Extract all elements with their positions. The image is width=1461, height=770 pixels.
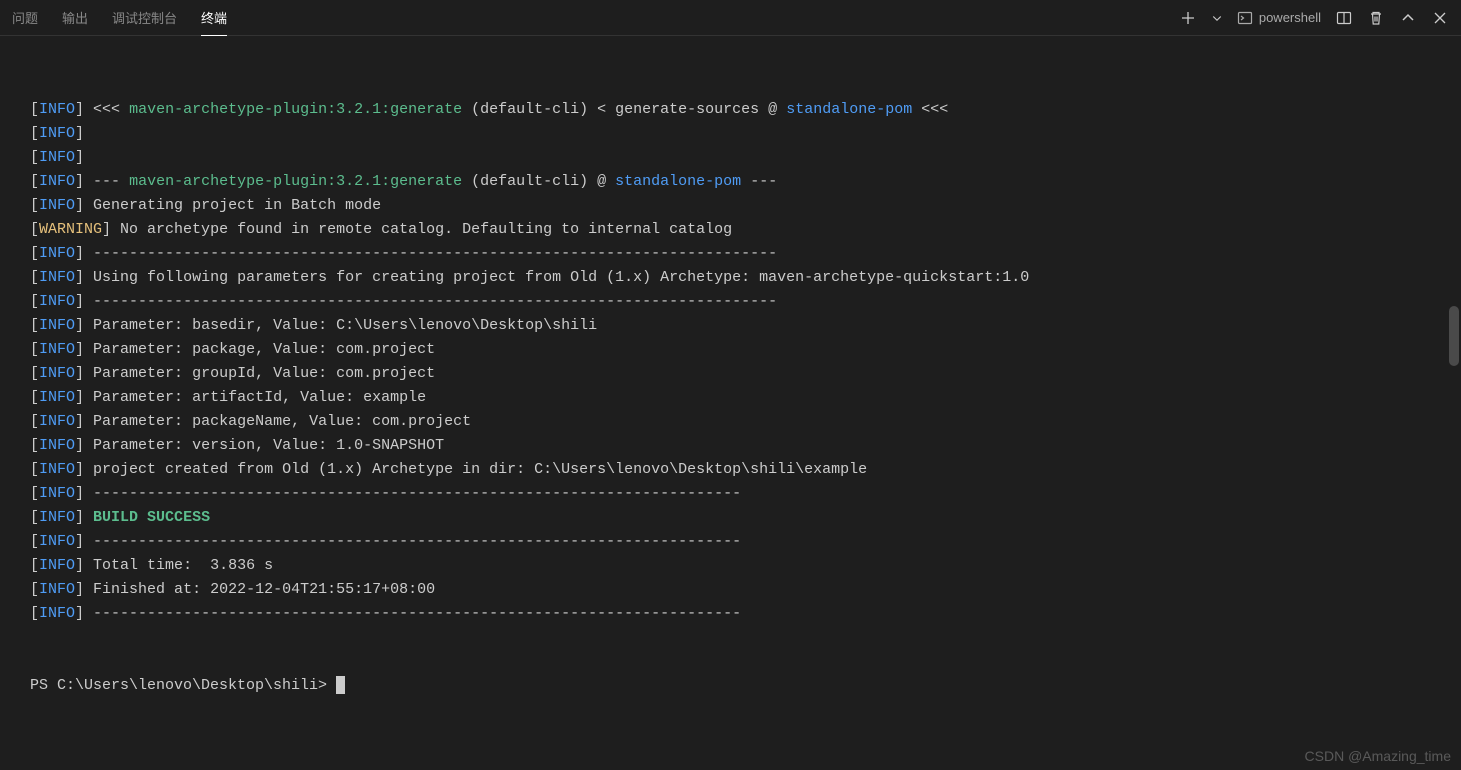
log-line: [INFO] Parameter: groupId, Value: com.pr… [30,362,1441,386]
shell-name: powershell [1259,10,1321,25]
log-line: [INFO] [30,146,1441,170]
split-terminal-icon[interactable] [1335,9,1353,27]
log-line: [INFO] Total time: 3.836 s [30,554,1441,578]
maximize-panel-icon[interactable] [1399,9,1417,27]
log-line: [INFO] ---------------------------------… [30,530,1441,554]
new-terminal-icon[interactable] [1179,9,1197,27]
terminal-output[interactable]: [INFO] <<< maven-archetype-plugin:3.2.1:… [0,36,1461,770]
terminal-profile-button[interactable]: powershell [1237,10,1321,26]
log-line: [INFO] BUILD SUCCESS [30,506,1441,530]
log-line: [INFO] Using following parameters for cr… [30,266,1441,290]
log-line: [INFO] Parameter: packageName, Value: co… [30,410,1441,434]
prompt-text: PS C:\Users\lenovo\Desktop\shili> [30,677,336,694]
log-line: [INFO] Generating project in Batch mode [30,194,1441,218]
log-line: [INFO] Parameter: version, Value: 1.0-SN… [30,434,1441,458]
log-line: [INFO] --- maven-archetype-plugin:3.2.1:… [30,170,1441,194]
tab-problems[interactable]: 问题 [12,0,38,36]
tab-output[interactable]: 输出 [62,0,88,36]
log-line: [INFO] Parameter: package, Value: com.pr… [30,338,1441,362]
tab-terminal[interactable]: 终端 [201,0,227,36]
log-line: [INFO] project created from Old (1.x) Ar… [30,458,1441,482]
panel-header: 问题 输出 调试控制台 终端 powershell [0,0,1461,36]
log-line: [INFO] ---------------------------------… [30,482,1441,506]
scrollbar-thumb[interactable] [1449,306,1459,366]
log-line: [INFO] ---------------------------------… [30,290,1441,314]
chevron-down-icon[interactable] [1211,9,1223,27]
log-line: [INFO] Parameter: basedir, Value: C:\Use… [30,314,1441,338]
log-line: [INFO] <<< maven-archetype-plugin:3.2.1:… [30,98,1441,122]
log-line: [INFO] [30,122,1441,146]
cursor [336,676,345,694]
panel-tabs: 问题 输出 调试控制台 终端 [12,0,227,36]
watermark: CSDN @Amazing_time [1305,744,1451,768]
panel-actions: powershell [1179,9,1449,27]
close-panel-icon[interactable] [1431,9,1449,27]
log-line: [INFO] ---------------------------------… [30,242,1441,266]
log-line: [INFO] Parameter: artifactId, Value: exa… [30,386,1441,410]
log-line: [INFO] Finished at: 2022-12-04T21:55:17+… [30,578,1441,602]
log-line: [INFO] ---------------------------------… [30,602,1441,626]
tab-debug[interactable]: 调试控制台 [112,0,177,36]
kill-terminal-icon[interactable] [1367,9,1385,27]
log-line: [WARNING] No archetype found in remote c… [30,218,1441,242]
